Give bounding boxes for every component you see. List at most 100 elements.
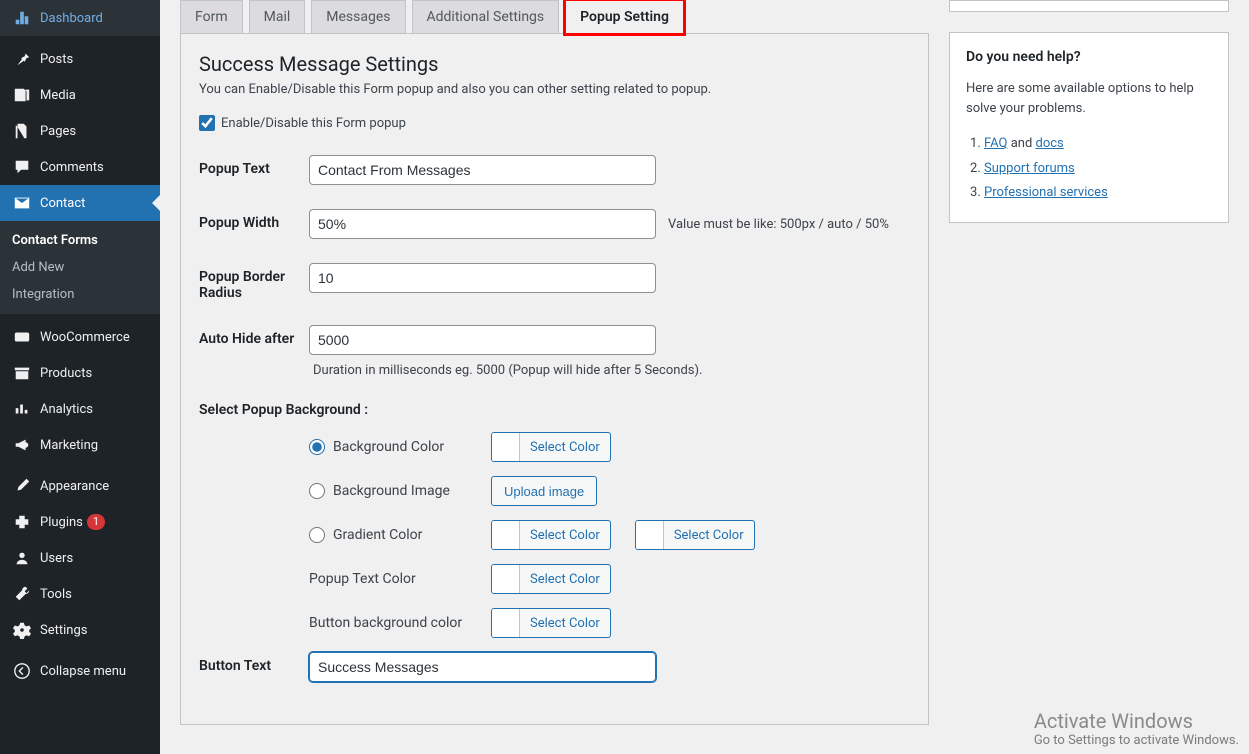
popup-border-radius-input[interactable] [309,263,656,293]
text-color-label: Popup Text Color [309,571,479,587]
sidebar-item-label: Media [40,88,76,103]
sidebar-item-analytics[interactable]: Analytics [0,391,160,427]
pin-icon [12,49,32,69]
gradient-color1-button[interactable]: Select Color [491,520,611,550]
auto-hide-input[interactable] [309,325,656,355]
popup-text-input[interactable] [309,155,656,185]
sidebar-item-label: Posts [40,52,73,67]
sidebar-item-label: Marketing [40,438,98,453]
tab-additional-settings[interactable]: Additional Settings [412,0,560,34]
sidebar-item-settings[interactable]: Settings [0,612,160,648]
tab-popup-setting[interactable]: Popup Setting [565,0,684,34]
main-content: Form Mail Messages Additional Settings P… [160,0,1249,754]
sidebar-sub-add-new[interactable]: Add New [0,254,160,281]
panel-title: Success Message Settings [199,52,910,76]
faq-link[interactable]: FAQ [984,136,1007,151]
sidebar-item-label: Tools [40,587,72,602]
upload-image-button[interactable]: Upload image [491,476,597,506]
auto-hide-label: Auto Hide after [199,325,309,347]
bg-image-radio[interactable] [309,483,325,499]
help-sidebar: Do you need help? Here are some availabl… [949,0,1229,734]
brush-icon [12,476,32,496]
color-swatch [492,565,520,593]
popup-text-label: Popup Text [199,155,309,177]
tab-form[interactable]: Form [180,0,243,34]
button-bg-color-label: Button background color [309,615,479,631]
sidebar-item-label: Pages [40,124,76,139]
popup-width-input[interactable] [309,209,656,239]
settings-panel: Success Message Settings You can Enable/… [180,33,929,725]
color-swatch [492,433,520,461]
popup-border-radius-label: Popup Border Radius [199,263,309,301]
bg-image-radio-label[interactable]: Background Image [309,483,479,499]
media-icon [12,85,32,105]
sidebar-item-comments[interactable]: Comments [0,149,160,185]
sidebar-item-plugins[interactable]: Plugins1 [0,504,160,540]
collapse-icon [12,661,32,681]
users-icon [12,548,32,568]
enable-popup-label[interactable]: Enable/Disable this Form popup [221,116,406,131]
help-item-pro: Professional services [984,181,1212,206]
gradient-color2-button[interactable]: Select Color [635,520,755,550]
sidebar-item-contact[interactable]: Contact [0,185,160,221]
sidebar-item-label: Plugins [40,515,83,530]
sidebar-sub-contact-forms[interactable]: Contact Forms [0,227,160,254]
sidebar-item-label: Products [40,366,92,381]
gradient-radio[interactable] [309,527,325,543]
popup-width-hint: Value must be like: 500px / auto / 50% [668,217,889,232]
dashboard-icon [12,8,32,28]
support-link[interactable]: Support forums [984,161,1075,176]
button-text-label: Button Text [199,652,309,674]
pro-services-link[interactable]: Professional services [984,185,1108,200]
sidebar-item-woocommerce[interactable]: WooCommerce [0,319,160,355]
tab-mail[interactable]: Mail [249,0,306,34]
mail-icon [12,193,32,213]
popup-width-label: Popup Width [199,209,309,231]
button-bg-color-button[interactable]: Select Color [491,608,611,638]
settings-tabs: Form Mail Messages Additional Settings P… [180,0,929,34]
sidebar-item-users[interactable]: Users [0,540,160,576]
archive-icon [12,363,32,383]
sidebar-item-products[interactable]: Products [0,355,160,391]
woo-icon [12,327,32,347]
settings-icon [12,620,32,640]
tab-messages[interactable]: Messages [311,0,405,34]
sidebar-item-label: Comments [40,160,104,175]
sidebar-item-label: Dashboard [40,11,103,26]
help-title: Do you need help? [966,49,1212,65]
megaphone-icon [12,435,32,455]
color-swatch [636,521,664,549]
comments-icon [12,157,32,177]
sidebar-item-label: Users [40,551,73,566]
sidebar-item-collapse[interactable]: Collapse menu [0,653,160,689]
docs-link[interactable]: docs [1036,136,1064,151]
sidebar-item-label: Contact [40,196,85,211]
text-color-button[interactable]: Select Color [491,564,611,594]
sidebar-submenu: Contact Forms Add New Integration [0,221,160,314]
bg-color-radio[interactable] [309,439,325,455]
admin-sidebar: Dashboard Posts Media Pages Comments Con… [0,0,160,754]
sidebar-item-dashboard[interactable]: Dashboard [0,0,160,36]
bg-color-select-button[interactable]: Select Color [491,432,611,462]
sidebar-item-marketing[interactable]: Marketing [0,427,160,463]
sidebar-item-pages[interactable]: Pages [0,113,160,149]
sidebar-item-posts[interactable]: Posts [0,41,160,77]
help-intro: Here are some available options to help … [966,79,1212,118]
bg-section-title: Select Popup Background : [199,402,910,418]
sidebar-sub-integration[interactable]: Integration [0,281,160,308]
sidebar-item-label: Settings [40,623,87,638]
sidebar-item-label: WooCommerce [40,330,130,345]
button-text-input[interactable] [309,652,656,682]
sidebar-item-label: Collapse menu [40,664,126,679]
help-widget: Do you need help? Here are some availabl… [949,32,1229,223]
sidebar-item-label: Analytics [40,402,93,417]
plugin-icon [12,512,32,532]
help-item-support: Support forums [984,157,1212,182]
enable-popup-checkbox[interactable] [199,115,215,131]
sidebar-item-media[interactable]: Media [0,77,160,113]
sidebar-item-tools[interactable]: Tools [0,576,160,612]
gradient-radio-label[interactable]: Gradient Color [309,527,479,543]
help-item-faq: FAQ and docs [984,132,1212,157]
bg-color-radio-label[interactable]: Background Color [309,439,479,455]
sidebar-item-appearance[interactable]: Appearance [0,468,160,504]
